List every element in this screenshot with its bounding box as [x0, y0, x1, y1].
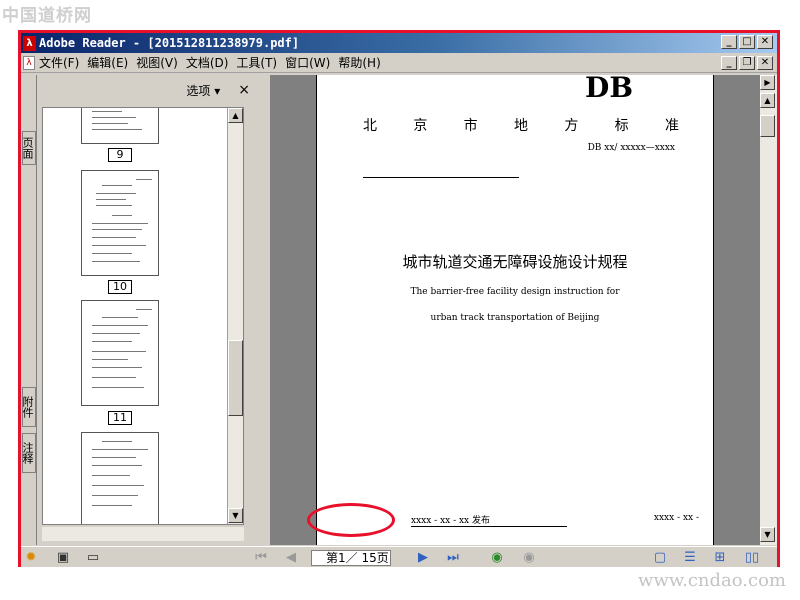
doc-minimize-button[interactable]: _: [721, 56, 737, 70]
english-title-line-1: The barrier-free facility design instruc…: [410, 287, 620, 297]
thumbnail-label: 11: [108, 411, 132, 425]
doc-scroll-right-button[interactable]: ▶: [760, 75, 775, 90]
continuous-icon[interactable]: ☰: [681, 550, 699, 566]
standard-code: DB xx/ xxxxx—xxxx: [587, 143, 675, 153]
english-title-line-2: urban track transportation of Beijing: [430, 313, 600, 323]
divider-rule: [363, 177, 519, 178]
page-thumbnail[interactable]: [81, 300, 159, 406]
close-button[interactable]: ✕: [757, 35, 773, 49]
document-icon[interactable]: λ: [23, 55, 35, 70]
thumbnail-list: 9 10 11 ▲ ▼: [42, 107, 244, 525]
last-page-icon[interactable]: ⏭: [445, 550, 461, 566]
navigation-tabs: 页面 附件 注释: [21, 75, 37, 545]
menu-file[interactable]: 文件(F): [39, 54, 87, 71]
scroll-down-button[interactable]: ▼: [228, 508, 243, 523]
menu-window[interactable]: 窗口(W): [285, 54, 338, 71]
thumbnail-label: 9: [108, 148, 132, 162]
status-bar: ✹ ▣ ▭ ⏮ ◀ 第1／ 15页 ▶ ⏭ ◉ ◉ ▢ ☰ ⊞ ▯▯: [21, 546, 777, 567]
window-title: Adobe Reader - [201512811238979.pdf]: [39, 36, 300, 50]
menu-document[interactable]: 文档(D): [186, 54, 237, 71]
implement-date: xxxx - xx -: [653, 513, 699, 523]
panel-splitter[interactable]: [262, 75, 270, 545]
menu-bar: λ 文件(F) 编辑(E) 视图(V) 文档(D) 工具(T) 窗口(W) 帮助…: [21, 53, 777, 73]
back-view-icon[interactable]: ◉: [489, 550, 505, 566]
pdf-page: DB 北 京 市 地 方 标 准 DB xx/ xxxxx—xxxx 城市轨道交…: [316, 75, 714, 545]
document-title: 城市轨道交通无障碍设施设计规程: [402, 253, 628, 271]
tab-comments[interactable]: 注释: [21, 433, 36, 473]
menu-edit[interactable]: 编辑(E): [87, 54, 136, 71]
doc-restore-button[interactable]: ❐: [739, 56, 755, 70]
page-thumbnail[interactable]: [81, 170, 159, 276]
menu-view[interactable]: 视图(V): [136, 54, 186, 71]
title-bar: λ Adobe Reader - [201512811238979.pdf] _…: [21, 33, 777, 53]
watermark-bottom-right: www.cndao.com: [638, 570, 786, 591]
issuing-org: 北 京 市 地 方 标 准: [363, 118, 679, 134]
doc-close-button[interactable]: ✕: [757, 56, 773, 70]
tab-attachments[interactable]: 附件: [21, 387, 36, 427]
previous-page-icon[interactable]: ◀: [283, 550, 299, 566]
pages-panel: 选项 ▾ × 9 10 11 ▲ ▼: [38, 75, 262, 545]
reader-window: λ Adobe Reader - [201512811238979.pdf] _…: [18, 30, 780, 567]
close-panel-button[interactable]: ×: [238, 82, 250, 98]
menu-tools[interactable]: 工具(T): [236, 54, 285, 71]
minimize-button[interactable]: _: [721, 35, 737, 49]
thumbnail-label: 10: [108, 280, 132, 294]
first-page-icon[interactable]: ⏮: [253, 550, 269, 566]
lightbulb-icon[interactable]: ✹: [23, 550, 39, 566]
scroll-up-button[interactable]: ▲: [228, 108, 243, 123]
screen-icon[interactable]: ▣: [55, 550, 71, 566]
page-thumbnail[interactable]: [81, 108, 159, 144]
doc-scroll-up-button[interactable]: ▲: [760, 93, 775, 108]
thumbnail-scrollbar[interactable]: ▲ ▼: [227, 108, 243, 524]
publish-date: xxxx - xx - xx 发布: [411, 513, 567, 527]
forward-view-icon[interactable]: ◉: [521, 550, 537, 566]
next-page-icon[interactable]: ▶: [415, 550, 431, 566]
adobe-reader-icon[interactable]: λ: [23, 35, 36, 51]
maximize-button[interactable]: □: [739, 35, 755, 49]
page-number-input[interactable]: 第1／ 15页: [311, 550, 391, 566]
page-thumbnail[interactable]: [81, 432, 159, 524]
document-scrollbar[interactable]: ▶ ▲ ▼: [760, 75, 777, 545]
doc-scroll-down-button[interactable]: ▼: [760, 527, 775, 542]
document-view: DB 北 京 市 地 方 标 准 DB xx/ xxxxx—xxxx 城市轨道交…: [270, 75, 760, 545]
menu-help[interactable]: 帮助(H): [338, 54, 388, 71]
page-icon[interactable]: ▭: [85, 550, 101, 566]
standard-mark: DB: [585, 75, 633, 104]
watermark-top-left: 中国道桥网: [2, 6, 92, 26]
scroll-thumb[interactable]: [228, 340, 243, 416]
doc-scroll-thumb[interactable]: [760, 115, 775, 137]
thumbnail-hscroll[interactable]: [42, 527, 244, 541]
continuous-facing-icon[interactable]: ▯▯: [743, 550, 761, 566]
facing-icon[interactable]: ⊞: [711, 550, 729, 566]
highlight-circle: [307, 503, 395, 537]
single-page-icon[interactable]: ▢: [651, 550, 669, 566]
options-menu[interactable]: 选项 ▾: [186, 82, 220, 99]
tab-pages[interactable]: 页面: [21, 131, 36, 165]
